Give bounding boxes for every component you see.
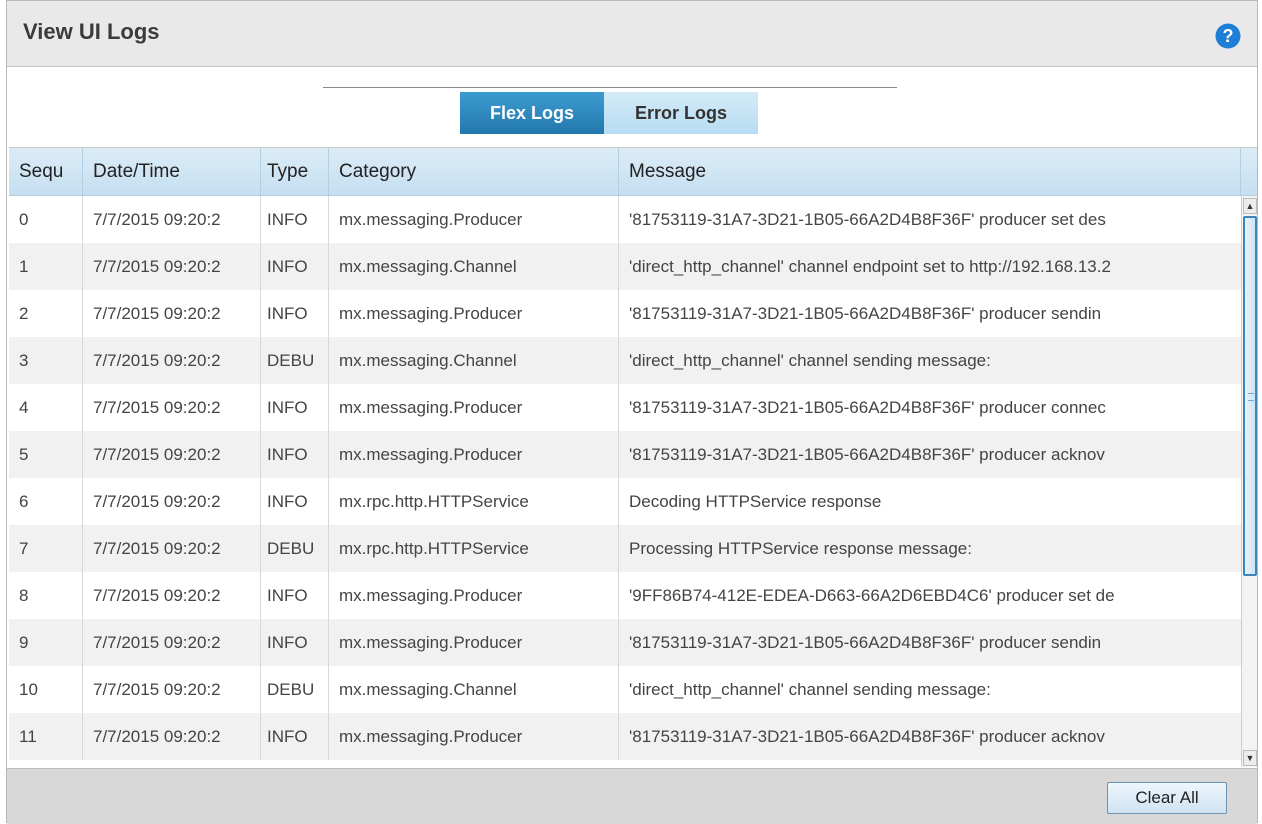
cell-sequence: 2 <box>9 290 83 337</box>
cell-type: INFO <box>261 384 329 431</box>
cell-message: '9FF86B74-412E-EDEA-D663-66A2D6EBD4C6' p… <box>629 586 1115 605</box>
cell-message: '81753119-31A7-3D21-1B05-66A2D4B8F36F' p… <box>629 633 1102 652</box>
cell-sequence: 6 <box>9 478 83 525</box>
cell-datetime: 7/7/2015 09:20:2 <box>83 525 261 572</box>
column-header-spacer <box>1241 148 1257 196</box>
cell-type: DEBU <box>261 337 329 384</box>
help-icon[interactable]: ? <box>1215 23 1241 49</box>
cell-message: '81753119-31A7-3D21-1B05-66A2D4B8F36F' p… <box>629 398 1106 417</box>
cell-datetime: 7/7/2015 09:20:2 <box>83 478 261 525</box>
cell-category: mx.messaging.Channel <box>329 243 619 290</box>
cell-type: INFO <box>261 619 329 666</box>
cell-message: '81753119-31A7-3D21-1B05-66A2D4B8F36F' p… <box>629 304 1102 323</box>
cell-sequence: 7 <box>9 525 83 572</box>
cell-category: mx.messaging.Producer <box>329 713 619 760</box>
cell-type: INFO <box>261 196 329 243</box>
cell-type: INFO <box>261 478 329 525</box>
cell-message: '81753119-31A7-3D21-1B05-66A2D4B8F36F' p… <box>629 727 1105 746</box>
cell-message: Processing HTTPService response message: <box>629 539 972 558</box>
tab-flex-logs[interactable]: Flex Logs <box>460 92 604 134</box>
cell-message: '81753119-31A7-3D21-1B05-66A2D4B8F36F' p… <box>629 445 1105 464</box>
cell-datetime: 7/7/2015 09:20:2 <box>83 384 261 431</box>
cell-category: mx.messaging.Producer <box>329 431 619 478</box>
table-row[interactable]: 11 7/7/2015 09:20:2 INFO mx.messaging.Produ… <box>9 713 1241 760</box>
cell-sequence: 9 <box>9 619 83 666</box>
scroll-up-icon[interactable]: ▲ <box>1243 198 1257 214</box>
table-header: Sequ Date/Time Type Category Message <box>9 148 1257 196</box>
cell-type: INFO <box>261 713 329 760</box>
tab-error-logs[interactable]: Error Logs <box>604 92 758 134</box>
cell-category: mx.messaging.Channel <box>329 337 619 384</box>
table-row[interactable]: 7 7/7/2015 09:20:2 DEBU mx.rpc.http.HTTPSer… <box>9 525 1241 572</box>
clear-all-button[interactable]: Clear All <box>1107 782 1227 814</box>
table-row[interactable]: 9 7/7/2015 09:20:2 INFO mx.messaging.Produc… <box>9 619 1241 666</box>
cell-category: mx.rpc.http.HTTPService <box>329 525 619 572</box>
cell-sequence: 11 <box>9 713 83 760</box>
cell-datetime: 7/7/2015 09:20:2 <box>83 666 261 713</box>
table-row[interactable]: 3 7/7/2015 09:20:2 DEBU mx.messaging.Channe… <box>9 337 1241 384</box>
cell-sequence: 1 <box>9 243 83 290</box>
cell-type: DEBU <box>261 666 329 713</box>
scrollbar-thumb[interactable] <box>1243 216 1257 576</box>
cell-datetime: 7/7/2015 09:20:2 <box>83 572 261 619</box>
table-row[interactable]: 2 7/7/2015 09:20:2 INFO mx.messaging.Produc… <box>9 290 1241 337</box>
cell-category: mx.messaging.Producer <box>329 384 619 431</box>
cell-type: DEBU <box>261 525 329 572</box>
table-row[interactable]: 4 7/7/2015 09:20:2 INFO mx.messaging.Produc… <box>9 384 1241 431</box>
column-header-datetime[interactable]: Date/Time <box>83 148 261 196</box>
column-header-message[interactable]: Message <box>619 148 1241 196</box>
cell-type: INFO <box>261 431 329 478</box>
cell-type: INFO <box>261 290 329 337</box>
cell-sequence: 10 <box>9 666 83 713</box>
cell-category: mx.messaging.Producer <box>329 196 619 243</box>
logs-table: Sequ Date/Time Type Category Message 0 7/… <box>9 147 1257 767</box>
cell-category: mx.messaging.Producer <box>329 572 619 619</box>
cell-message: '81753119-31A7-3D21-1B05-66A2D4B8F36F' p… <box>629 210 1106 229</box>
cell-message: 'direct_http_channel' channel sending me… <box>629 351 991 370</box>
cell-datetime: 7/7/2015 09:20:2 <box>83 196 261 243</box>
cell-type: INFO <box>261 243 329 290</box>
cell-datetime: 7/7/2015 09:20:2 <box>83 431 261 478</box>
scrollbar-grip-icon <box>1248 393 1254 401</box>
panel-footer: Clear All <box>7 768 1257 824</box>
cell-message: 'direct_http_channel' channel sending me… <box>629 680 991 699</box>
tabs-divider <box>323 87 897 88</box>
table-row[interactable]: 8 7/7/2015 09:20:2 INFO mx.messaging.Produc… <box>9 572 1241 619</box>
cell-message: 'direct_http_channel' channel endpoint s… <box>629 257 1111 276</box>
column-header-type[interactable]: Type <box>261 148 329 196</box>
cell-message: Decoding HTTPService response <box>629 492 882 511</box>
column-header-category[interactable]: Category <box>329 148 619 196</box>
panel-header: View UI Logs ? <box>7 1 1257 67</box>
cell-category: mx.messaging.Producer <box>329 619 619 666</box>
vertical-scrollbar[interactable]: ▲ ▼ <box>1241 196 1257 767</box>
svg-text:?: ? <box>1223 26 1234 46</box>
column-header-sequence[interactable]: Sequ <box>9 148 83 196</box>
cell-category: mx.messaging.Channel <box>329 666 619 713</box>
cell-sequence: 0 <box>9 196 83 243</box>
scroll-down-icon[interactable]: ▼ <box>1243 750 1257 766</box>
cell-datetime: 7/7/2015 09:20:2 <box>83 337 261 384</box>
table-row[interactable]: 1 7/7/2015 09:20:2 INFO mx.messaging.Channe… <box>9 243 1241 290</box>
cell-sequence: 4 <box>9 384 83 431</box>
table-row[interactable]: 10 7/7/2015 09:20:2 DEBU mx.messaging.Chann… <box>9 666 1241 713</box>
page-title: View UI Logs <box>23 19 160 44</box>
cell-category: mx.messaging.Producer <box>329 290 619 337</box>
view-ui-logs-panel: View UI Logs ? Flex Logs Error Logs Sequ… <box>6 0 1258 824</box>
table-row[interactable]: 5 7/7/2015 09:20:2 INFO mx.messaging.Produc… <box>9 431 1241 478</box>
cell-sequence: 5 <box>9 431 83 478</box>
cell-sequence: 8 <box>9 572 83 619</box>
cell-category: mx.rpc.http.HTTPService <box>329 478 619 525</box>
cell-sequence: 3 <box>9 337 83 384</box>
table-row[interactable]: 0 7/7/2015 09:20:2 INFO mx.messaging.Produc… <box>9 196 1241 243</box>
cell-datetime: 7/7/2015 09:20:2 <box>83 713 261 760</box>
cell-datetime: 7/7/2015 09:20:2 <box>83 243 261 290</box>
cell-type: INFO <box>261 572 329 619</box>
cell-datetime: 7/7/2015 09:20:2 <box>83 290 261 337</box>
cell-datetime: 7/7/2015 09:20:2 <box>83 619 261 666</box>
table-row[interactable]: 6 7/7/2015 09:20:2 INFO mx.rpc.http.HTTPSer… <box>9 478 1241 525</box>
